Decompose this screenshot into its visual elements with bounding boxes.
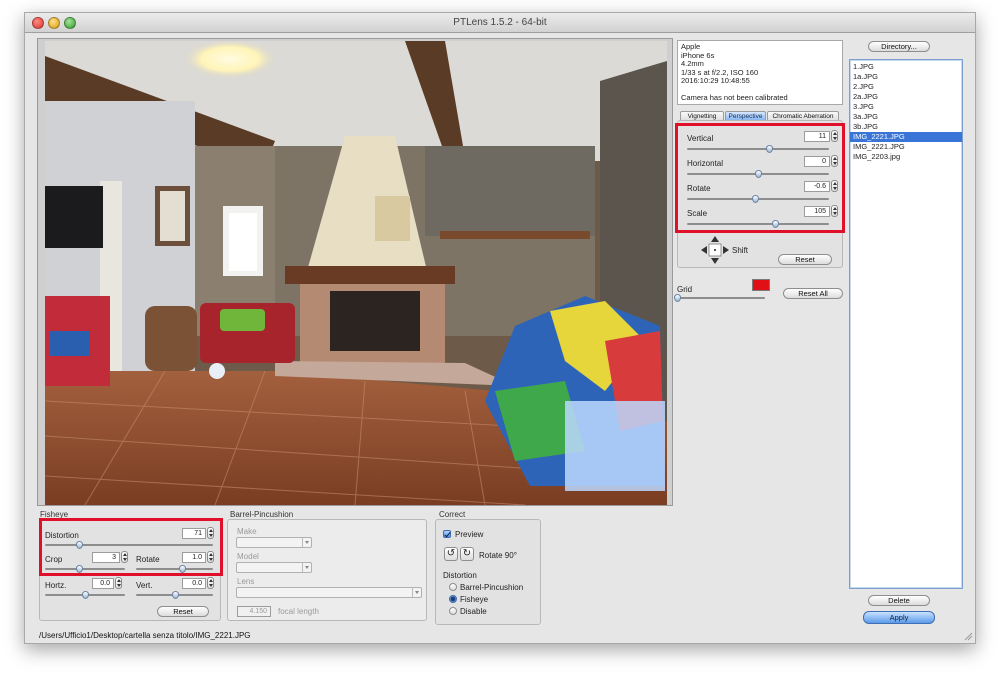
hortz-label: Hortz.	[45, 581, 67, 590]
list-item[interactable]: 3b.JPG	[850, 122, 962, 132]
chevron-down-icon	[302, 563, 311, 572]
radio-fisheye-label: Fisheye	[460, 595, 489, 604]
focal-length-field[interactable]: 4.150	[237, 606, 271, 617]
vert-label: Vert.	[136, 581, 153, 590]
resize-grip-icon[interactable]	[963, 631, 973, 641]
preview-checkbox[interactable]	[443, 530, 451, 538]
lens-select[interactable]	[236, 587, 422, 598]
grid-label: Grid	[677, 285, 693, 294]
radio-disable-label: Disable	[460, 607, 487, 616]
fisheye-reset-button[interactable]: Reset	[157, 606, 209, 617]
grid-slider-knob[interactable]	[674, 294, 681, 302]
list-item-selected[interactable]: IMG_2221.JPG	[850, 132, 962, 142]
hortz-stepper[interactable]	[115, 577, 122, 589]
correct-panel: Preview ↺ ↻ Rotate 90° Distortion Barrel…	[435, 519, 541, 625]
apply-button[interactable]: Apply	[863, 611, 935, 624]
exif-info-panel: Apple iPhone 6s 4.2mm 1/33 s at f/2.2, I…	[677, 40, 843, 105]
app-window: PTLens 1.5.2 - 64-bit Apple iPhone 6s 4.…	[24, 12, 976, 644]
grid-color-swatch[interactable]	[752, 279, 770, 291]
reset-all-button[interactable]: Reset All	[783, 288, 843, 299]
living-room-photo	[45, 41, 667, 505]
make-select[interactable]	[236, 537, 312, 548]
rotate-right-button[interactable]: ↻	[460, 547, 474, 561]
photo-preview[interactable]	[45, 41, 667, 505]
barrel-panel: Make Model Lens 4.150 focal length	[227, 519, 427, 621]
delete-button[interactable]: Delete	[868, 595, 930, 606]
model-select[interactable]	[236, 562, 312, 573]
chevron-down-icon	[302, 538, 311, 547]
hortz-slider-knob[interactable]	[82, 591, 89, 599]
photo-preview-frame	[37, 38, 673, 506]
radio-barrel-pincushion[interactable]	[449, 583, 457, 591]
lens-label: Lens	[237, 577, 255, 586]
vert-value-field[interactable]: 0.0	[182, 578, 206, 589]
hortz-value-field[interactable]: 0.0	[92, 578, 114, 589]
preview-label: Preview	[455, 530, 484, 539]
list-item[interactable]: 3a.JPG	[850, 112, 962, 122]
perspective-reset-button[interactable]: Reset	[778, 254, 832, 265]
correct-group-title: Correct	[439, 510, 466, 519]
list-item[interactable]: 2a.JPG	[850, 92, 962, 102]
vert-slider-knob[interactable]	[171, 591, 179, 599]
exif-line: Camera has not been calibrated	[681, 92, 788, 102]
focal-length-label: focal length	[278, 607, 319, 616]
grid-slider[interactable]	[674, 294, 765, 302]
list-item[interactable]: 1.JPG	[850, 62, 962, 72]
rotate-90-label: Rotate 90°	[479, 551, 517, 560]
list-item[interactable]: IMG_2221.JPG	[850, 142, 962, 152]
model-label: Model	[237, 552, 259, 561]
shift-arrows-icon	[701, 236, 729, 264]
list-item[interactable]: 1a.JPG	[850, 72, 962, 82]
exif-line: 2016:10:29 10:48:55	[681, 76, 750, 86]
file-list[interactable]: 1.JPG 1a.JPG 2.JPG 2a.JPG 3.JPG 3a.JPG 3…	[849, 59, 963, 589]
radio-disable[interactable]	[449, 607, 457, 615]
vert-slider[interactable]	[136, 591, 213, 599]
hortz-slider[interactable]	[45, 591, 125, 599]
barrel-group-title: Barrel-Pincushion	[230, 510, 294, 519]
rotate-cw-icon: ↻	[462, 548, 472, 559]
list-item[interactable]: 3.JPG	[850, 102, 962, 112]
list-item[interactable]: 2.JPG	[850, 82, 962, 92]
radio-barrel-pincushion-label: Barrel-Pincushion	[460, 583, 524, 592]
rotate-ccw-icon: ↺	[446, 548, 456, 559]
shift-label: Shift	[732, 246, 749, 255]
exif-line: iPhone 6s	[681, 50, 715, 60]
title-bar: PTLens 1.5.2 - 64-bit	[25, 13, 975, 33]
rotate-left-button[interactable]: ↺	[444, 547, 458, 561]
radio-fisheye[interactable]	[449, 595, 457, 603]
fisheye-highlight-box	[39, 518, 223, 576]
window-title: PTLens 1.5.2 - 64-bit	[453, 17, 547, 28]
chevron-down-icon	[412, 588, 421, 597]
correct-distortion-label: Distortion	[443, 571, 477, 580]
file-path-status: /Users/Ufficio1/Desktop/cartella senza t…	[39, 631, 251, 640]
make-label: Make	[237, 527, 257, 536]
shift-pad[interactable]	[700, 235, 730, 265]
vert-stepper[interactable]	[207, 577, 214, 589]
perspective-highlight-box	[675, 123, 845, 233]
directory-button[interactable]: Directory...	[868, 41, 930, 52]
list-item[interactable]: IMG_2203.jpg	[850, 152, 962, 162]
